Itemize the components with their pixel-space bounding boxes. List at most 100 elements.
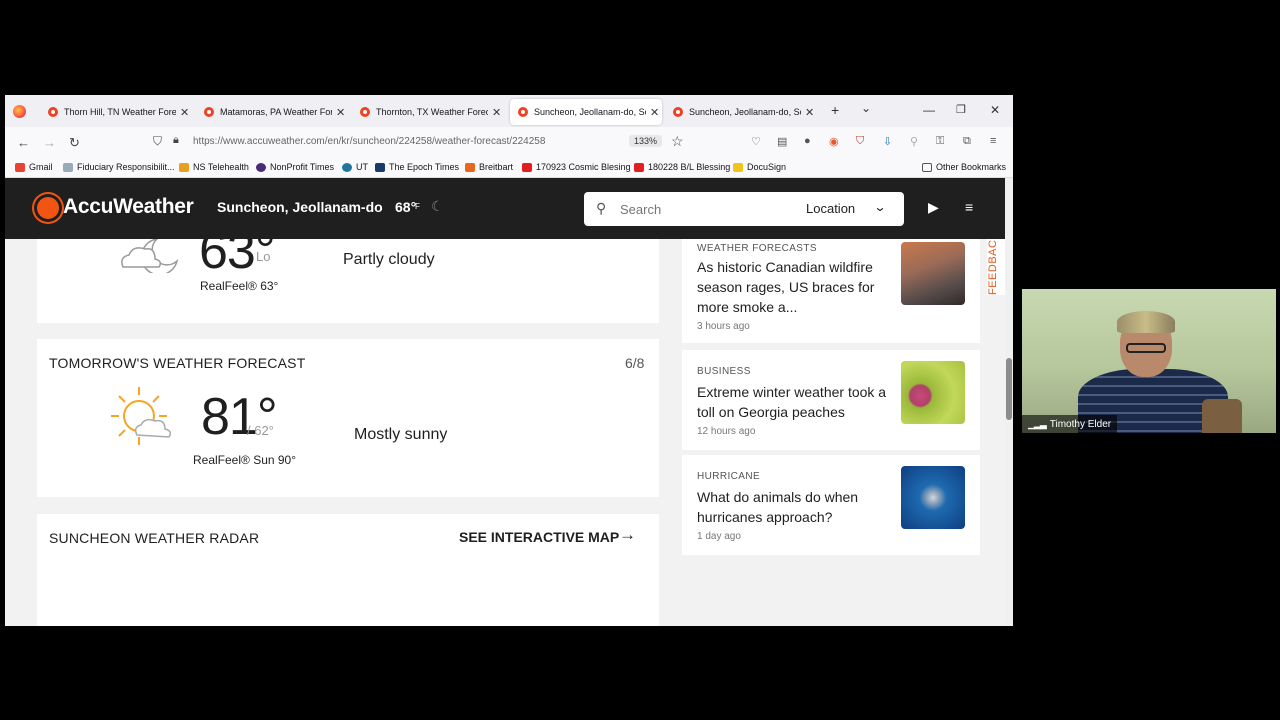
account-icon[interactable]: ● — [804, 135, 811, 147]
shark-thumbnail[interactable] — [901, 466, 965, 529]
tonight-lo-label: Lo — [256, 249, 271, 264]
accuweather-logo-icon[interactable] — [37, 197, 59, 219]
video-icon[interactable]: ▶︎ — [928, 199, 939, 216]
close-tab-icon[interactable]: ✕ — [336, 106, 345, 119]
bookmark-epoch-times[interactable]: The Epoch Times — [375, 162, 459, 172]
news-item[interactable]: WEATHER FORECASTS As historic Canadian w… — [682, 239, 980, 343]
tomorrow-forecast-card[interactable]: TOMORROW'S WEATHER FORECAST 6/8 81° / 62… — [37, 339, 659, 497]
minimize-icon[interactable]: — — [923, 103, 935, 117]
tomorrow-temp: 81° — [201, 388, 278, 446]
key-extension-icon[interactable]: ⚿ — [936, 135, 944, 148]
search-box[interactable]: ⚲ Location ⌄ — [584, 192, 904, 226]
browser-tab[interactable]: Suncheon, Jeollanam-do, So ✕ — [665, 99, 815, 125]
bookmark-breitbart[interactable]: Breitbart — [465, 162, 513, 172]
person-glasses — [1126, 343, 1166, 353]
reader-view-icon[interactable]: ▤ — [777, 135, 787, 148]
web-page: 63° Lo Partly cloudy RealFeel® 63° TOMOR… — [5, 178, 1005, 626]
bookmark-gmail[interactable]: Gmail — [15, 162, 53, 172]
tonight-forecast-card[interactable]: 63° Lo Partly cloudy RealFeel® 63° — [37, 222, 659, 323]
firefox-logo-icon — [13, 105, 26, 118]
nonprofit-times-icon — [256, 162, 266, 172]
wildfire-thumbnail[interactable] — [901, 242, 965, 305]
radar-title: SUNCHEON WEATHER RADAR — [49, 530, 260, 546]
restore-icon[interactable]: ❐ — [956, 103, 966, 116]
news-title[interactable]: Extreme winter weather took a toll on Ge… — [697, 382, 892, 422]
tomorrow-title: TOMORROW'S WEATHER FORECAST — [49, 355, 306, 371]
location-button[interactable]: Location — [806, 201, 855, 216]
menu-hamburger-icon[interactable]: ≡ — [990, 135, 996, 147]
participant-name-tag: ▁▂▃ Timothy Elder — [1022, 415, 1118, 433]
bookmark-docusign[interactable]: DocuSign — [733, 162, 786, 172]
accuweather-brand[interactable]: AccuWeather — [63, 195, 194, 219]
peaches-thumbnail[interactable] — [901, 361, 965, 424]
close-tab-icon[interactable]: ✕ — [805, 106, 814, 119]
browser-window: Thorn Hill, TN Weather Forec ✕ Matamoras… — [5, 95, 1013, 626]
news-time: 12 hours ago — [697, 426, 756, 437]
news-category: BUSINESS — [697, 366, 751, 377]
tab-label: Suncheon, Jeollanam-do, So — [689, 107, 801, 117]
feedback-tab[interactable]: FEEDBACK — [987, 232, 1005, 295]
folder-icon — [922, 162, 932, 172]
bookmark-nonprofit-times[interactable]: NonProfit Times — [256, 162, 334, 172]
youtube-icon — [522, 162, 532, 172]
tomorrow-date: 6/8 — [625, 355, 645, 371]
list-tabs-chevron-icon[interactable]: ⌄ — [861, 101, 871, 115]
chevron-down-icon[interactable]: ⌄ — [873, 200, 886, 214]
tomorrow-phrase: Mostly sunny — [354, 426, 448, 443]
reload-icon[interactable]: ↻ — [69, 135, 80, 151]
url-bar[interactable]: ⛉ 🔒︎ https://www.accuweather.com/en/kr/s… — [153, 131, 693, 153]
news-title[interactable]: What do animals do when hurricanes appro… — [697, 487, 892, 527]
page-scrollbar[interactable] — [1005, 178, 1013, 626]
scrollbar-thumb[interactable] — [1006, 358, 1012, 420]
new-tab-icon[interactable]: + — [831, 102, 839, 118]
back-arrow-icon[interactable]: ← — [17, 135, 30, 150]
close-tab-icon[interactable]: ✕ — [180, 106, 189, 119]
accuweather-favicon-icon — [204, 107, 214, 117]
tonight-realfeel: RealFeel® 63° — [200, 279, 279, 293]
extensions-puzzle-icon[interactable]: ⧉ — [963, 135, 971, 148]
browser-tab[interactable]: Thornton, TX Weather Foreca ✕ — [352, 99, 502, 125]
pocket-icon[interactable]: ♡ — [751, 135, 761, 148]
bookmark-ns-telehealth[interactable]: NS Telehealth — [179, 162, 249, 172]
news-title[interactable]: As historic Canadian wildfire season rag… — [697, 257, 892, 317]
see-interactive-map-link[interactable]: SEE INTERACTIVE MAP — [459, 529, 619, 545]
browser-tab[interactable]: Matamoras, PA Weather Fore ✕ — [196, 99, 346, 125]
news-item[interactable]: BUSINESS Extreme winter weather took a t… — [682, 350, 980, 450]
url-text[interactable]: https://www.accuweather.com/en/kr/sunche… — [193, 136, 545, 147]
sun-cloud-icon — [111, 387, 172, 445]
header-temp[interactable]: 68° — [395, 199, 416, 215]
menu-icon[interactable]: ≡ — [965, 199, 973, 215]
participant-name: Timothy Elder — [1049, 418, 1112, 430]
header-temp-unit: F — [415, 202, 420, 211]
download-extension-icon[interactable]: ⇩ — [883, 135, 892, 148]
navigation-toolbar: ← → ↻ ⛉ 🔒︎ https://www.accuweather.com/e… — [5, 127, 1013, 157]
arrow-right-icon[interactable]: → — [619, 525, 636, 545]
bookmark-bl-blessing[interactable]: 180228 B/L Blessing — [634, 162, 730, 172]
zoom-level[interactable]: 133% — [629, 135, 663, 147]
news-item[interactable]: HURRICANE What do animals do when hurric… — [682, 455, 980, 555]
search-input[interactable] — [620, 200, 770, 218]
close-window-icon[interactable]: ✕ — [990, 103, 1000, 117]
duckduckgo-extension-icon[interactable]: ◉ — [829, 135, 839, 148]
search-extension-icon[interactable]: ⚲ — [910, 135, 918, 148]
chair — [1202, 399, 1242, 433]
link-icon — [63, 162, 73, 172]
bookmark-cosmic-blesing[interactable]: 170923 Cosmic Blesing — [522, 162, 631, 172]
bookmark-fiduciary[interactable]: Fiduciary Responsibilit... — [63, 162, 175, 172]
other-bookmarks[interactable]: Other Bookmarks — [922, 162, 1006, 172]
close-tab-icon[interactable]: ✕ — [650, 106, 659, 119]
forward-arrow-icon[interactable]: → — [43, 135, 56, 150]
news-time: 3 hours ago — [697, 321, 750, 332]
bookmark-ut[interactable]: UT — [342, 162, 368, 172]
lock-icon[interactable]: 🔒︎ — [173, 134, 179, 147]
bookmark-star-icon[interactable]: ☆ — [671, 133, 684, 150]
accuweather-favicon-icon — [673, 107, 683, 117]
tomorrow-lo-temp: / 62° — [247, 423, 274, 438]
browser-tab-active[interactable]: Suncheon, Jeollanam-do, So ✕ — [510, 99, 662, 125]
radar-card[interactable]: SUNCHEON WEATHER RADAR SEE INTERACTIVE M… — [37, 514, 659, 626]
browser-tab[interactable]: Thorn Hill, TN Weather Forec ✕ — [40, 99, 190, 125]
close-tab-icon[interactable]: ✕ — [492, 106, 501, 119]
header-location[interactable]: Suncheon, Jeollanam-do — [217, 199, 383, 215]
shield-icon[interactable]: ⛉ — [153, 134, 162, 149]
ublock-extension-icon[interactable]: ⛉ — [856, 135, 864, 148]
